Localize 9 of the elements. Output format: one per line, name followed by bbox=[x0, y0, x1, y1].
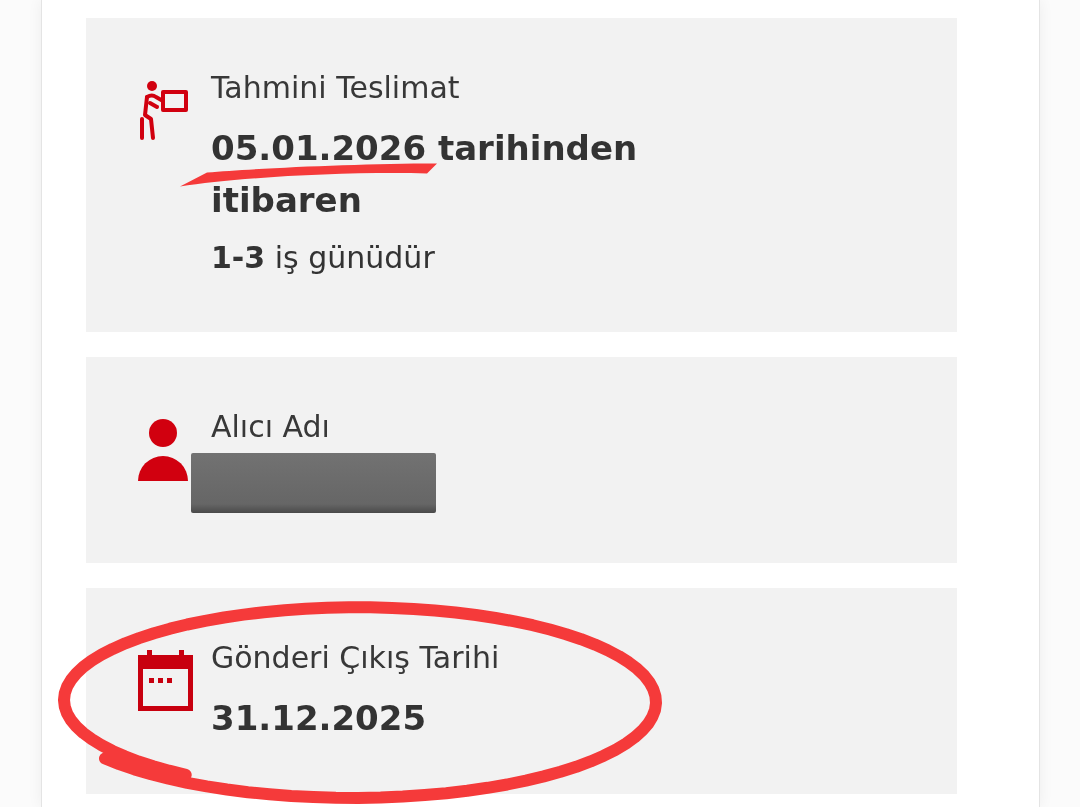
field-label: Gönderi Çıkış Tarihi bbox=[211, 639, 500, 677]
field-value: 31.12.2025 bbox=[211, 697, 427, 740]
calendar-icon bbox=[138, 650, 193, 711]
field-label: Alıcı Adı bbox=[211, 408, 330, 446]
field-value: 05.01.2026 tarihinden itibaren bbox=[211, 127, 639, 222]
person-carrying-box-icon bbox=[138, 80, 190, 142]
person-icon bbox=[138, 419, 188, 481]
delivery-window-text: 1-3 iş günüdür bbox=[211, 239, 435, 277]
field-label: Tahmini Teslimat bbox=[211, 69, 460, 107]
